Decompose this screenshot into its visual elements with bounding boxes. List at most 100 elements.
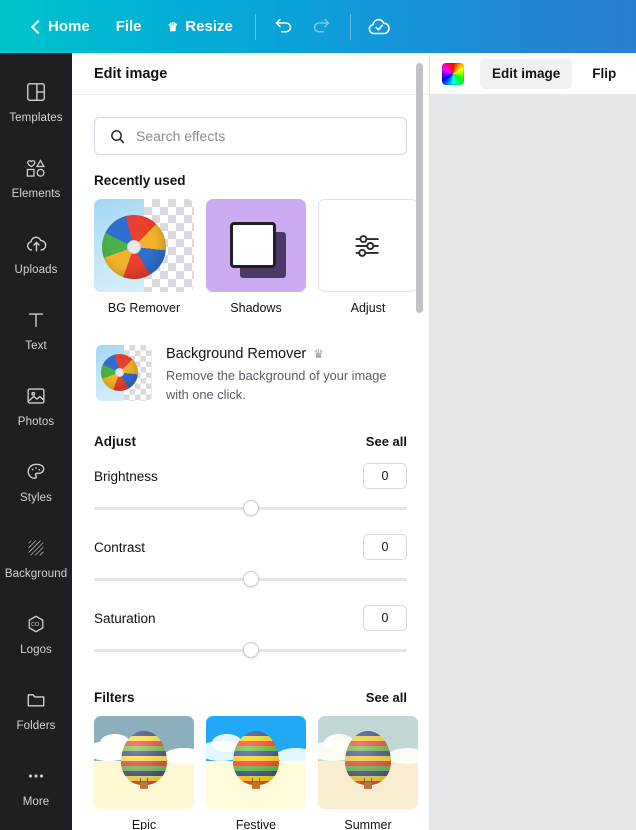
balloon-basket xyxy=(140,782,148,790)
beach-ball-icon xyxy=(101,354,138,391)
photos-icon xyxy=(25,383,47,409)
flip-label: Flip xyxy=(592,66,617,81)
effect-tile-bg-remover[interactable]: BG Remover xyxy=(94,199,194,315)
sidebar-item-photos[interactable]: Photos xyxy=(0,367,72,443)
background-remover-title-row: Background Remover ♛ xyxy=(166,346,398,362)
sidebar-label-folders: Folders xyxy=(16,719,56,732)
edit-image-label: Edit image xyxy=(492,66,561,81)
background-remover-thumbnail xyxy=(96,345,152,401)
sidebar-label-elements: Elements xyxy=(11,187,61,200)
square-layer xyxy=(230,222,276,268)
panel-scrollbar[interactable] xyxy=(416,63,423,820)
filters-section: Filters See all Epic Festive Summer xyxy=(94,690,418,830)
filter-tile-festive[interactable]: Festive xyxy=(206,716,306,830)
filter-tiles: Epic Festive Summer xyxy=(94,716,418,830)
brightness-slider[interactable] xyxy=(94,496,407,520)
uploads-icon xyxy=(25,231,48,257)
contrast-label: Contrast xyxy=(94,539,146,555)
filter-preview-summer xyxy=(318,716,418,810)
styles-icon xyxy=(25,459,47,485)
saved-status-button[interactable] xyxy=(360,8,398,46)
search-effects-box[interactable] xyxy=(94,117,407,155)
sidebar-item-uploads[interactable]: Uploads xyxy=(0,215,72,291)
slider-knob[interactable] xyxy=(242,571,259,588)
text-icon xyxy=(25,307,47,333)
recently-used-tiles: BG Remover Shadows Adjust xyxy=(94,199,418,315)
effect-tile-shadows[interactable]: Shadows xyxy=(206,199,306,315)
sidebar-item-folders[interactable]: Folders xyxy=(0,671,72,747)
saturation-value-input[interactable]: 0 xyxy=(363,605,407,632)
panel-scroll-area[interactable]: Recently used BG Remover xyxy=(72,95,429,830)
slider-knob[interactable] xyxy=(242,500,259,517)
panel-scrollbar-thumb[interactable] xyxy=(416,63,423,313)
background-remover-item[interactable]: Background Remover ♛ Remove the backgrou… xyxy=(94,339,407,410)
brightness-value-input[interactable]: 0 xyxy=(363,463,407,490)
resize-button[interactable]: ♛ Resize xyxy=(155,9,246,45)
effect-tile-adjust[interactable]: Adjust xyxy=(318,199,418,315)
canva-editor-window: Home File ♛ Resize Templates Elements Up… xyxy=(0,0,636,830)
edit-image-panel: Edit image Recently used xyxy=(72,53,430,830)
filter-tile-epic[interactable]: Epic xyxy=(94,716,194,830)
sidebar-label-styles: Styles xyxy=(20,491,52,504)
sidebar-label-text: Text xyxy=(25,339,47,352)
background-remover-description: Remove the background of your image with… xyxy=(166,368,387,403)
undo-button[interactable] xyxy=(265,8,303,46)
file-menu-button[interactable]: File xyxy=(103,9,155,45)
sidebar-item-templates[interactable]: Templates xyxy=(0,63,72,139)
sidebar-label-templates: Templates xyxy=(9,111,63,124)
sidebar-item-elements[interactable]: Elements xyxy=(0,139,72,215)
sidebar-item-background[interactable]: Background xyxy=(0,519,72,595)
more-icon xyxy=(25,763,47,789)
filters-see-all-link[interactable]: See all xyxy=(366,690,407,705)
sidebar-item-text[interactable]: Text xyxy=(0,291,72,367)
hot-air-balloon-art xyxy=(318,716,418,810)
background-remover-text: Background Remover ♛ Remove the backgrou… xyxy=(166,345,398,404)
redo-button[interactable] xyxy=(303,8,341,46)
undo-icon xyxy=(276,18,292,33)
contrast-slider[interactable] xyxy=(94,567,407,591)
edit-image-button[interactable]: Edit image xyxy=(480,58,573,89)
color-swatch-button[interactable] xyxy=(442,62,464,85)
resize-label: Resize xyxy=(185,18,233,35)
sidebar-item-styles[interactable]: Styles xyxy=(0,443,72,519)
adjust-section-header: Adjust See all xyxy=(94,434,407,449)
sidebar-label-background: Background xyxy=(4,567,68,580)
design-canvas[interactable] xyxy=(430,95,636,830)
effect-tile-label: BG Remover xyxy=(107,301,181,315)
bg-remover-thumbnail xyxy=(94,199,194,292)
saturation-label: Saturation xyxy=(94,610,156,626)
beach-ball-icon xyxy=(102,215,166,279)
home-button[interactable]: Home xyxy=(16,9,103,45)
filter-label: Summer xyxy=(344,818,392,830)
adjust-control-contrast: Contrast 0 xyxy=(94,534,407,591)
beach-ball-transparent-art xyxy=(96,345,152,401)
filter-tile-summer[interactable]: Summer xyxy=(318,716,418,830)
flip-button[interactable]: Flip xyxy=(580,59,628,89)
home-label: Home xyxy=(48,18,90,35)
sidebar-item-more[interactable]: More xyxy=(0,747,72,823)
panel-title: Edit image xyxy=(94,65,168,82)
file-label: File xyxy=(115,18,142,35)
background-remover-title: Background Remover xyxy=(166,346,307,362)
adjust-control-brightness: Brightness 0 xyxy=(94,463,407,520)
hot-air-balloon-art xyxy=(94,716,194,810)
recently-used-title: Recently used xyxy=(94,173,186,188)
sidebar-item-logos[interactable]: CO. Logos xyxy=(0,595,72,671)
balloon-basket xyxy=(252,782,260,790)
contrast-value-input[interactable]: 0 xyxy=(363,534,407,561)
slider-knob[interactable] xyxy=(242,642,259,659)
saturation-slider[interactable] xyxy=(94,638,407,662)
image-context-toolbar: Edit image Flip xyxy=(430,53,636,95)
left-sidebar-rail: Templates Elements Uploads Text Photos S… xyxy=(0,53,72,830)
recently-used-section: Recently used BG Remover Shadows Adjust xyxy=(94,173,418,315)
cloud-check-icon xyxy=(368,18,390,34)
search-input[interactable] xyxy=(136,128,392,144)
effect-tile-label: Adjust xyxy=(350,301,386,315)
adjust-see-all-link[interactable]: See all xyxy=(366,434,407,449)
folders-icon xyxy=(25,687,47,713)
canvas-stage: Edit image Flip xyxy=(430,53,636,830)
sidebar-label-photos: Photos xyxy=(17,415,55,428)
adjust-control-saturation: Saturation 0 xyxy=(94,605,407,662)
filter-label: Epic xyxy=(131,818,157,830)
filter-preview-epic xyxy=(94,716,194,810)
